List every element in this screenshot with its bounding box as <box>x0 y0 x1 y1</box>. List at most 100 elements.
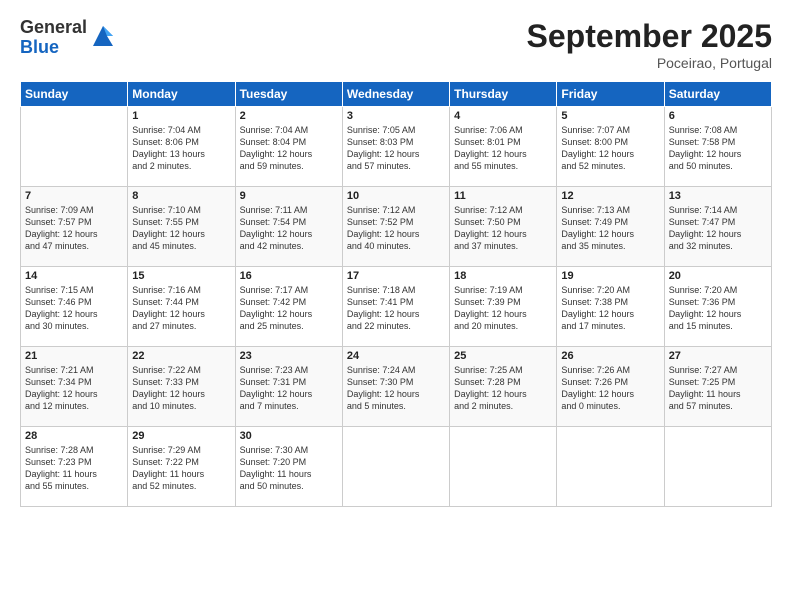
day-number: 5 <box>561 110 659 122</box>
table-row: 29Sunrise: 7:29 AMSunset: 7:22 PMDayligh… <box>128 427 235 507</box>
day-number: 19 <box>561 270 659 282</box>
day-number: 8 <box>132 190 230 202</box>
day-number: 21 <box>25 350 123 362</box>
table-row: 6 Sunrise: 7:08 AMSunset: 7:58 PMDaylight… <box>664 107 771 187</box>
day-number: 25 <box>454 350 552 362</box>
day-number: 27 <box>669 350 767 362</box>
weekday-header-row: Sunday Monday Tuesday Wednesday Thursday… <box>21 82 772 107</box>
day-info: Sunrise: 7:08 AMSunset: 7:58 PMDaylight:… <box>669 124 767 173</box>
table-row: 23 Sunrise: 7:23 AMSunset: 7:31 PMDayligh… <box>235 347 342 427</box>
header-saturday: Saturday <box>664 82 771 107</box>
table-row: 7Sunrise: 7:09 AMSunset: 7:57 PMDaylight… <box>21 187 128 267</box>
header-monday: Monday <box>128 82 235 107</box>
day-number: 2 <box>240 110 338 122</box>
day-info: Sunrise: 7:12 AMSunset: 7:50 PMDaylight:… <box>454 204 552 253</box>
table-row: 28Sunrise: 7:28 AMSunset: 7:23 PMDayligh… <box>21 427 128 507</box>
day-number: 4 <box>454 110 552 122</box>
day-info: Sunrise: 7:06 AMSunset: 8:01 PMDaylight:… <box>454 124 552 173</box>
day-info: Sunrise: 7:20 AMSunset: 7:36 PMDaylight:… <box>669 284 767 333</box>
table-row: 10Sunrise: 7:12 AMSunset: 7:52 PMDayligh… <box>342 187 449 267</box>
day-number: 29 <box>132 430 230 442</box>
calendar-week-row: 1 Sunrise: 7:04 AMSunset: 8:06 PMDaylight… <box>21 107 772 187</box>
table-row: 22 Sunrise: 7:22 AMSunset: 7:33 PMDayligh… <box>128 347 235 427</box>
day-number: 6 <box>669 110 767 122</box>
logo-text: General Blue <box>20 18 117 58</box>
day-info: Sunrise: 7:04 AMSunset: 8:04 PMDaylight:… <box>240 124 338 173</box>
table-row: 17Sunrise: 7:18 AMSunset: 7:41 PMDayligh… <box>342 267 449 347</box>
table-row <box>664 427 771 507</box>
day-number: 3 <box>347 110 445 122</box>
table-row: 20 Sunrise: 7:20 AMSunset: 7:36 PMDayligh… <box>664 267 771 347</box>
day-number: 16 <box>240 270 338 282</box>
day-info: Sunrise: 7:22 AMSunset: 7:33 PMDaylight:… <box>132 364 230 413</box>
day-number: 14 <box>25 270 123 282</box>
table-row: 27Sunrise: 7:27 AMSunset: 7:25 PMDayligh… <box>664 347 771 427</box>
day-number: 22 <box>132 350 230 362</box>
table-row: 26 Sunrise: 7:26 AMSunset: 7:26 PMDayligh… <box>557 347 664 427</box>
logo-icon <box>89 22 117 50</box>
page: General Blue September 2025 Poceirao, Po… <box>0 0 792 612</box>
table-row: 24Sunrise: 7:24 AMSunset: 7:30 PMDayligh… <box>342 347 449 427</box>
day-info: Sunrise: 7:20 AMSunset: 7:38 PMDaylight:… <box>561 284 659 333</box>
calendar-week-row: 7Sunrise: 7:09 AMSunset: 7:57 PMDaylight… <box>21 187 772 267</box>
table-row: 2 Sunrise: 7:04 AMSunset: 8:04 PMDaylight… <box>235 107 342 187</box>
day-info: Sunrise: 7:11 AMSunset: 7:54 PMDaylight:… <box>240 204 338 253</box>
location: Poceirao, Portugal <box>527 55 772 71</box>
day-number: 1 <box>132 110 230 122</box>
table-row <box>557 427 664 507</box>
day-number: 13 <box>669 190 767 202</box>
table-row: 25 Sunrise: 7:25 AMSunset: 7:28 PMDayligh… <box>450 347 557 427</box>
day-info: Sunrise: 7:17 AMSunset: 7:42 PMDaylight:… <box>240 284 338 333</box>
calendar-week-row: 28Sunrise: 7:28 AMSunset: 7:23 PMDayligh… <box>21 427 772 507</box>
day-info: Sunrise: 7:05 AMSunset: 8:03 PMDaylight:… <box>347 124 445 173</box>
day-info: Sunrise: 7:15 AMSunset: 7:46 PMDaylight:… <box>25 284 123 333</box>
day-info: Sunrise: 7:13 AMSunset: 7:49 PMDaylight:… <box>561 204 659 253</box>
day-info: Sunrise: 7:04 AMSunset: 8:06 PMDaylight:… <box>132 124 230 173</box>
day-info: Sunrise: 7:25 AMSunset: 7:28 PMDaylight:… <box>454 364 552 413</box>
month-title: September 2025 <box>527 18 772 55</box>
table-row: 3 Sunrise: 7:05 AMSunset: 8:03 PMDaylight… <box>342 107 449 187</box>
calendar-week-row: 14 Sunrise: 7:15 AMSunset: 7:46 PMDayligh… <box>21 267 772 347</box>
table-row: 9 Sunrise: 7:11 AMSunset: 7:54 PMDaylight… <box>235 187 342 267</box>
table-row: 4 Sunrise: 7:06 AMSunset: 8:01 PMDaylight… <box>450 107 557 187</box>
header-wednesday: Wednesday <box>342 82 449 107</box>
table-row: 12 Sunrise: 7:13 AMSunset: 7:49 PMDayligh… <box>557 187 664 267</box>
day-info: Sunrise: 7:21 AMSunset: 7:34 PMDaylight:… <box>25 364 123 413</box>
day-info: Sunrise: 7:19 AMSunset: 7:39 PMDaylight:… <box>454 284 552 333</box>
day-number: 23 <box>240 350 338 362</box>
header: General Blue September 2025 Poceirao, Po… <box>20 18 772 71</box>
day-number: 11 <box>454 190 552 202</box>
header-sunday: Sunday <box>21 82 128 107</box>
day-info: Sunrise: 7:30 AMSunset: 7:20 PMDaylight:… <box>240 444 338 493</box>
table-row: 8 Sunrise: 7:10 AMSunset: 7:55 PMDaylight… <box>128 187 235 267</box>
day-number: 9 <box>240 190 338 202</box>
day-info: Sunrise: 7:23 AMSunset: 7:31 PMDaylight:… <box>240 364 338 413</box>
table-row: 15Sunrise: 7:16 AMSunset: 7:44 PMDayligh… <box>128 267 235 347</box>
day-number: 30 <box>240 430 338 442</box>
table-row <box>450 427 557 507</box>
calendar-week-row: 21 Sunrise: 7:21 AMSunset: 7:34 PMDayligh… <box>21 347 772 427</box>
day-info: Sunrise: 7:12 AMSunset: 7:52 PMDaylight:… <box>347 204 445 253</box>
table-row: 1 Sunrise: 7:04 AMSunset: 8:06 PMDaylight… <box>128 107 235 187</box>
logo-general: General <box>20 18 87 38</box>
table-row: 18 Sunrise: 7:19 AMSunset: 7:39 PMDayligh… <box>450 267 557 347</box>
logo: General Blue <box>20 18 117 58</box>
calendar-table: Sunday Monday Tuesday Wednesday Thursday… <box>20 81 772 507</box>
day-info: Sunrise: 7:16 AMSunset: 7:44 PMDaylight:… <box>132 284 230 333</box>
table-row: 5Sunrise: 7:07 AMSunset: 8:00 PMDaylight… <box>557 107 664 187</box>
logo-blue: Blue <box>20 38 87 58</box>
day-number: 18 <box>454 270 552 282</box>
header-friday: Friday <box>557 82 664 107</box>
table-row: 21 Sunrise: 7:21 AMSunset: 7:34 PMDayligh… <box>21 347 128 427</box>
day-info: Sunrise: 7:26 AMSunset: 7:26 PMDaylight:… <box>561 364 659 413</box>
day-info: Sunrise: 7:09 AMSunset: 7:57 PMDaylight:… <box>25 204 123 253</box>
header-tuesday: Tuesday <box>235 82 342 107</box>
day-number: 26 <box>561 350 659 362</box>
table-row <box>21 107 128 187</box>
day-info: Sunrise: 7:18 AMSunset: 7:41 PMDaylight:… <box>347 284 445 333</box>
day-number: 12 <box>561 190 659 202</box>
day-number: 20 <box>669 270 767 282</box>
table-row: 16 Sunrise: 7:17 AMSunset: 7:42 PMDayligh… <box>235 267 342 347</box>
day-info: Sunrise: 7:10 AMSunset: 7:55 PMDaylight:… <box>132 204 230 253</box>
table-row <box>342 427 449 507</box>
